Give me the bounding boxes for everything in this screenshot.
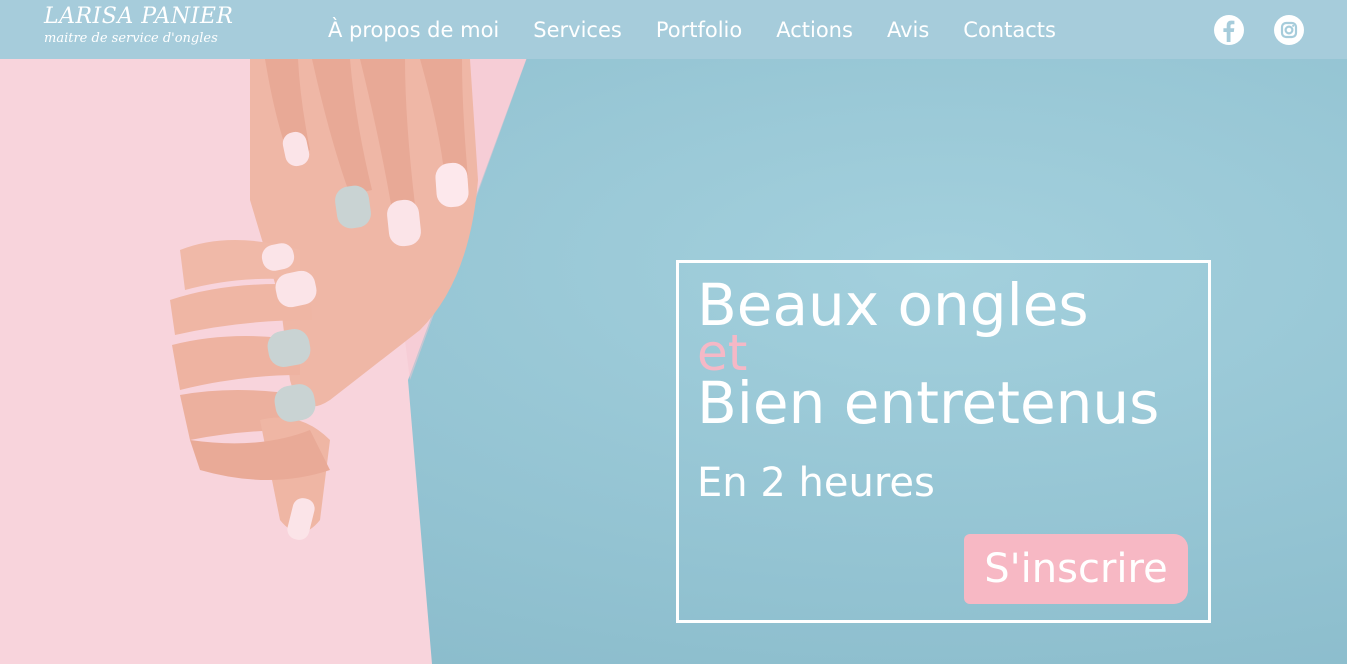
hand-illustration (170, 59, 478, 540)
instagram-icon[interactable] (1274, 15, 1304, 45)
nav-item-services[interactable]: Services (533, 16, 622, 44)
main-nav: À propos de moi Services Portfolio Actio… (328, 16, 1056, 44)
nav-item-contacts[interactable]: Contacts (963, 16, 1056, 44)
site-header: LARISA PANIER maitre de service d'ongles… (0, 0, 1347, 59)
brand-name: LARISA PANIER (44, 4, 234, 29)
hero-subtitle: En 2 heures (697, 460, 935, 506)
nav-item-about[interactable]: À propos de moi (328, 16, 499, 44)
brand-tagline: maitre de service d'ongles (44, 31, 218, 46)
nav-item-reviews[interactable]: Avis (887, 16, 929, 44)
facebook-icon[interactable] (1214, 15, 1244, 45)
brand-logo[interactable]: LARISA PANIER maitre de service d'ongles (44, 4, 233, 48)
hero-heading-line2: Bien entretenus (697, 369, 1160, 437)
hero-heading-line1: Beaux ongles (697, 271, 1089, 339)
nav-item-portfolio[interactable]: Portfolio (656, 16, 742, 44)
nav-item-actions[interactable]: Actions (776, 16, 853, 44)
signup-button[interactable]: S'inscrire (964, 534, 1188, 604)
hero-card: Beaux ongles et Bien entretenus En 2 heu… (676, 260, 1211, 623)
